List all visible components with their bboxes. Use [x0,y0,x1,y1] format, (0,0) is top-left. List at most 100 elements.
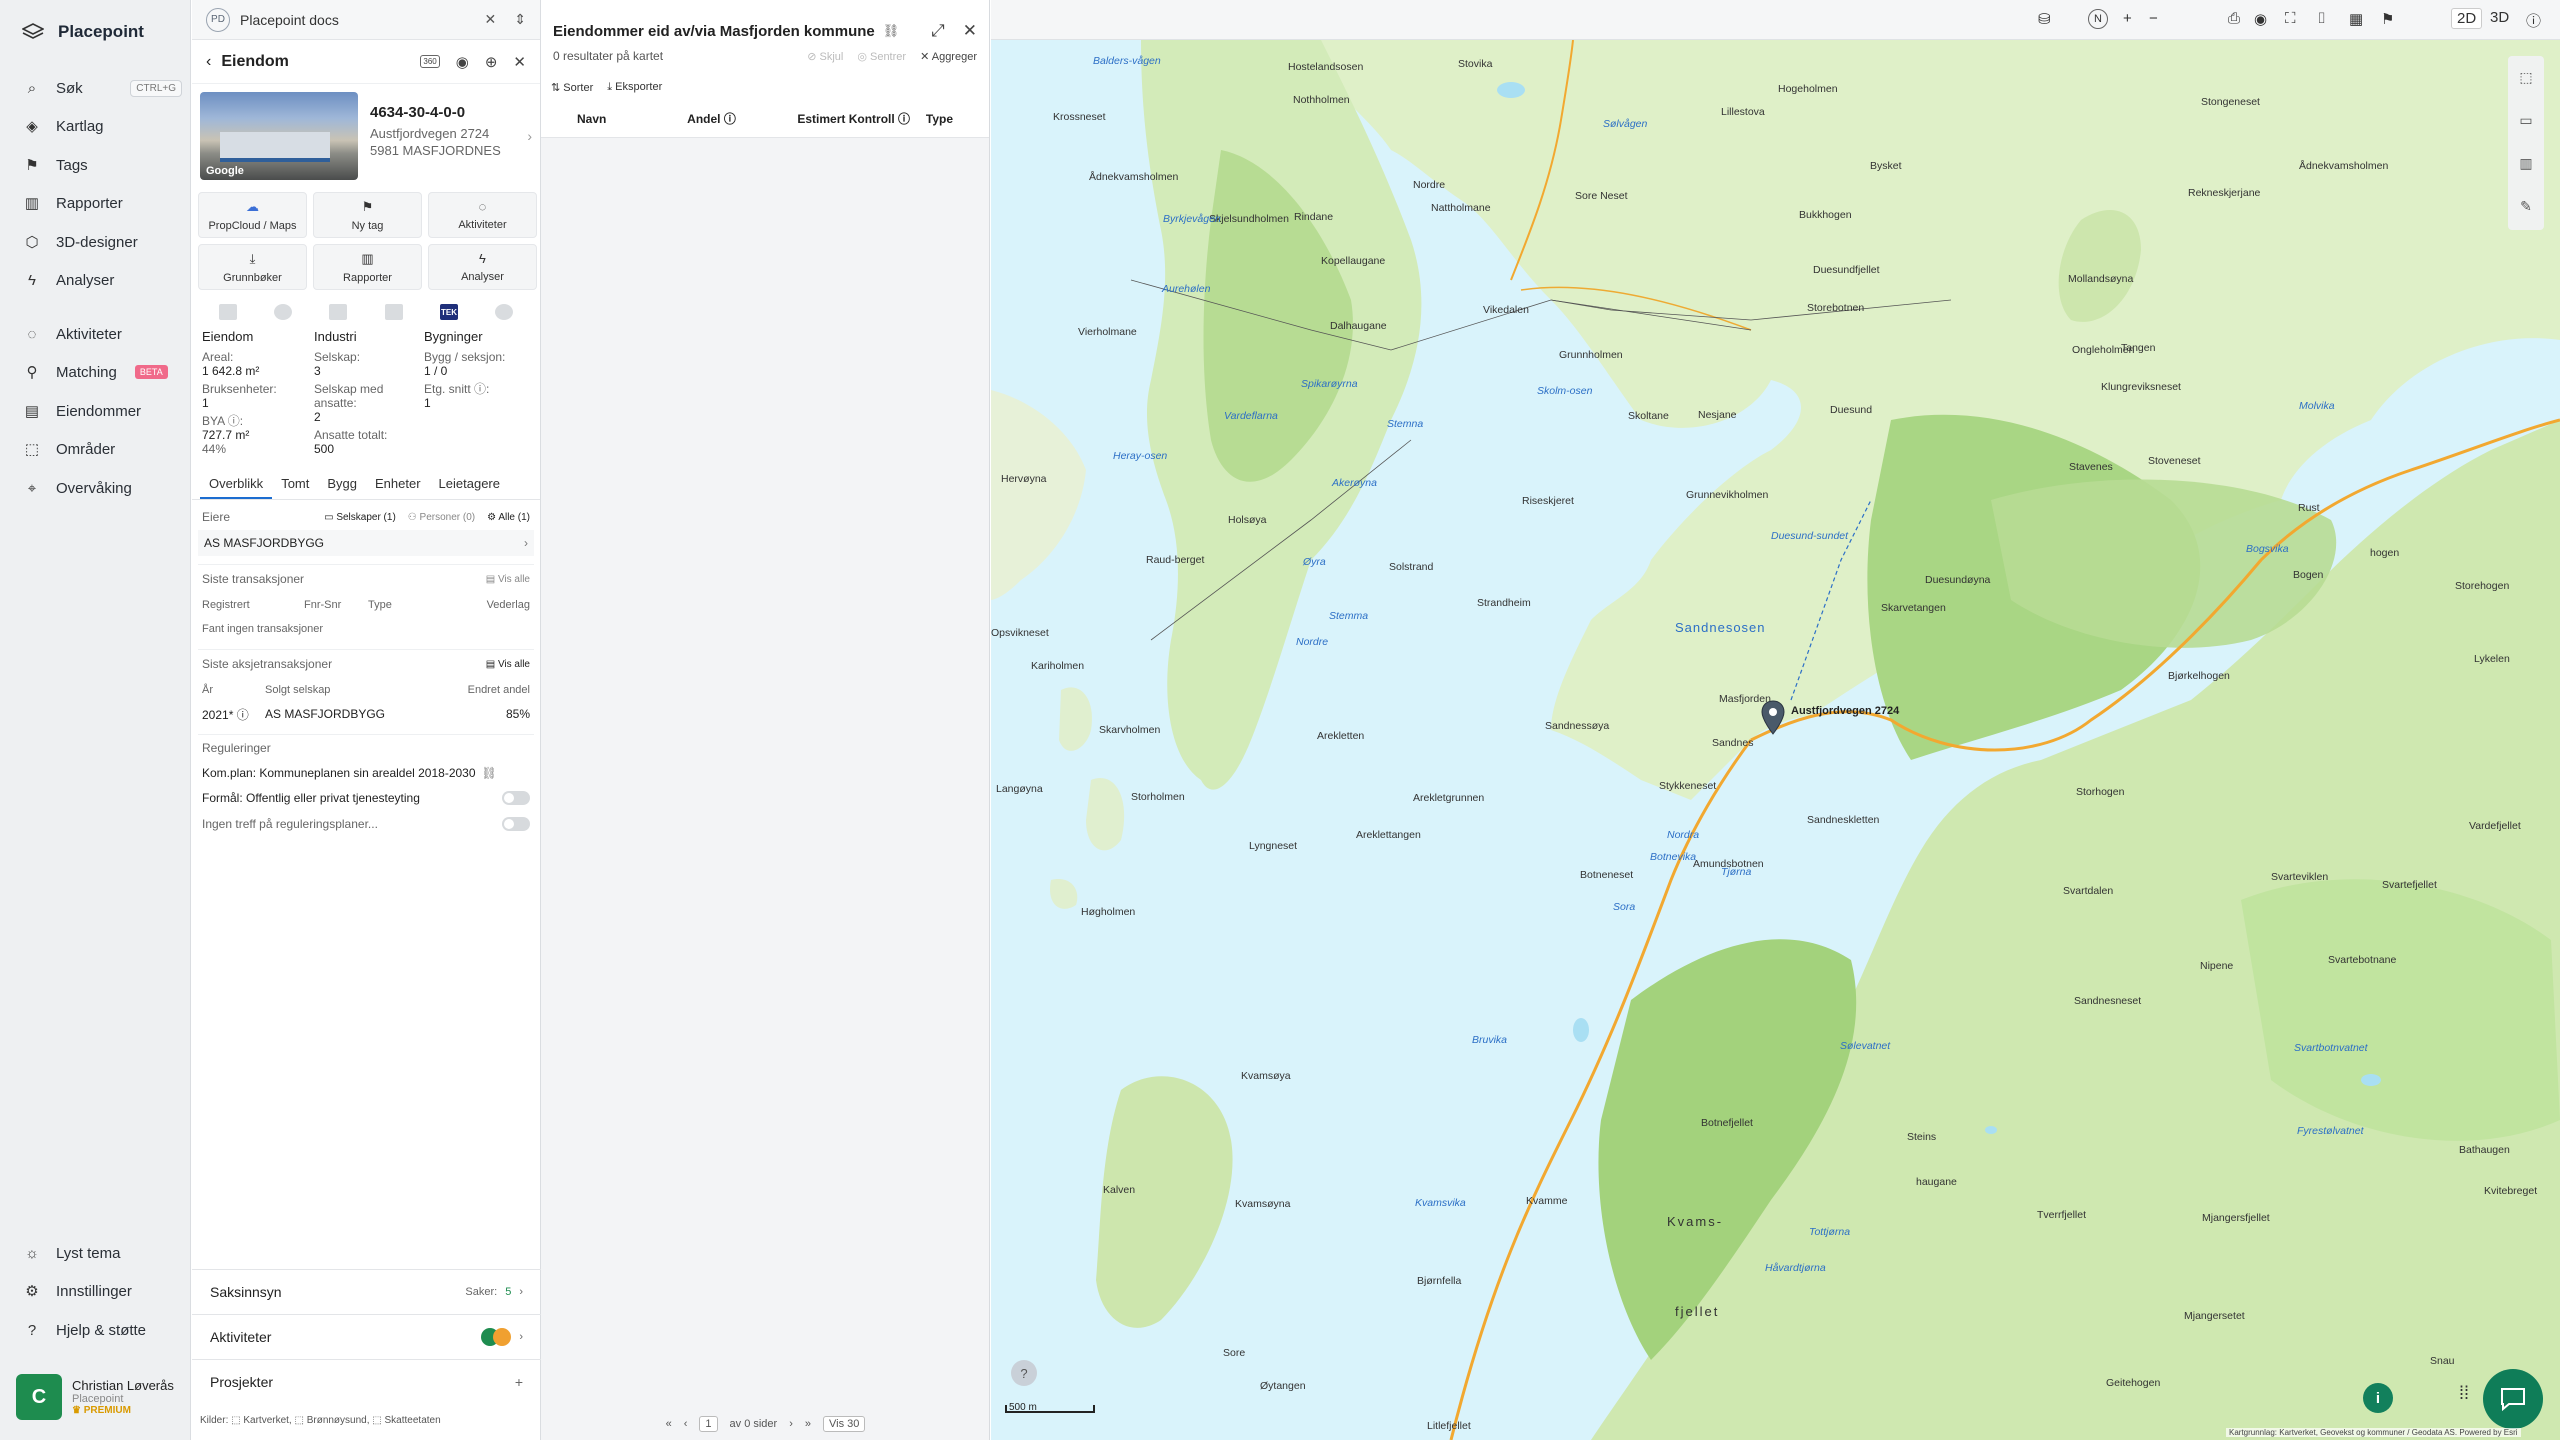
link-icon[interactable]: ⛓ [883,23,900,39]
info-icon[interactable]: ⓘ [2526,10,2541,31]
new-tag-button[interactable]: ⚑ Ny tag [313,192,422,238]
mode-2d[interactable]: 2D [2451,8,2483,29]
location-pin-icon[interactable] [1761,700,1785,736]
activities-button[interactable]: ◌ Aktiviteter [428,192,537,238]
select-area-icon[interactable]: ⬚ [2508,56,2544,99]
help-icon[interactable]: ? [1011,1360,1037,1386]
link-icon[interactable]: ⛓ [482,766,497,780]
bookmark-icon[interactable]: ⚑ [2381,10,2394,28]
next-page-icon[interactable]: › [789,1418,793,1430]
fullscreen-icon[interactable]: ⛶ [2285,10,2296,27]
nav-item-analyser[interactable]: ϟ Analyser [22,267,182,293]
compass-icon[interactable]: N [2088,9,2108,29]
per-page-select[interactable]: Vis 30 [823,1416,866,1432]
chart-icon[interactable]: ▥ [2508,142,2544,185]
first-page-icon[interactable]: « [666,1418,672,1430]
close-icon[interactable]: ✕ [485,11,497,28]
grid-icon[interactable]: ▦ [2349,10,2363,28]
reports-button[interactable]: ▥ Rapporter [313,244,422,290]
stats-icon[interactable] [384,304,403,320]
tek-badge[interactable]: TEK [439,304,458,320]
nav-item-help[interactable]: ? Hjelp & støtte [22,1317,182,1343]
eye-icon[interactable]: ◉ [2254,10,2267,28]
nav-item-overvaking[interactable]: ⌖ Overvåking [22,475,182,501]
column-header[interactable]: Estimert Kontroll ⓘ [797,110,926,127]
plus-icon[interactable]: + [515,1374,523,1390]
propcloud-button[interactable]: ☁ PropCloud / Maps [198,192,307,238]
nav-item-settings[interactable]: ⚙ Innstillinger [22,1278,182,1304]
center-button[interactable]: ◎ Sentrer [857,50,906,63]
view-all-transactions[interactable]: ▤ Vis alle [486,574,530,585]
chat-button[interactable] [2483,1369,2543,1429]
filter-companies[interactable]: ▭ Selskaper (1) [324,512,396,523]
back-icon[interactable]: ‹ [206,53,211,71]
close-icon[interactable]: ✕ [513,53,526,71]
nav-item-rapporter[interactable]: ▥ Rapporter [22,190,182,216]
analyses-button[interactable]: ϟ Analyser [428,244,537,290]
view-all-share-transactions[interactable]: ▤ Vis alle [486,659,530,670]
brand[interactable]: Placepoint [22,22,144,42]
zoom-in-icon[interactable]: + [2123,10,2132,27]
purpose-toggle[interactable] [502,791,530,805]
print-icon[interactable]: ⎙ [2228,10,2240,27]
tab-leietagere[interactable]: Leietagere [430,470,509,499]
owner-row[interactable]: AS MASFJORDBYGG › [198,530,534,556]
accordion-aktiviteter[interactable]: Aktiviteter › [192,1314,541,1359]
docs-title[interactable]: Placepoint docs [240,12,339,28]
energy-icon[interactable] [273,304,292,320]
tab-enheter[interactable]: Enheter [366,470,430,499]
property-thumbnail[interactable]: Google [200,92,358,180]
nav-item-kartlag[interactable]: ◈ Kartlag [22,113,182,139]
nav-item-matching[interactable]: ⚲ Matching BETA [22,359,182,385]
filter-persons[interactable]: ⚇ Personer (0) [408,512,475,523]
filter-all[interactable]: ⚙ Alle (1) [487,512,530,523]
zoom-out-icon[interactable]: − [2149,10,2158,27]
info-button[interactable]: i [2363,1383,2393,1413]
nav-item-tags[interactable]: ⚑ Tags [22,152,182,178]
streetview-icon[interactable]: 360 [420,55,440,68]
land-register-button[interactable]: ⤓ Grunnbøker [198,244,307,290]
nav-item-search[interactable]: ⌕ Søk CTRL+G [22,75,182,101]
pin-label[interactable]: Austfjordvegen 2724 [1791,705,1899,717]
table-row[interactable]: 2021* ⓘ AS MASFJORDBYGG 85% [192,702,540,726]
measure-icon[interactable]: ▭ [2508,99,2544,142]
map-view[interactable]: ⛁ N + − ⎙ ◉ ⛶ ⌷ ▦ ⚑ 2D 3D ⓘ ⬚ ▭ ▥ ✎ Host… [991,0,2560,1440]
eye-icon[interactable]: ◉ [456,53,469,71]
expand-icon[interactable]: ⤢ [931,21,945,41]
column-header[interactable]: Navn [577,112,687,126]
property-card[interactable]: Google 4634-30-4-0-0 Austfjordvegen 2724… [192,84,540,188]
accordion-prosjekter[interactable]: Prosjekter + [192,1359,541,1404]
last-page-icon[interactable]: » [805,1418,811,1430]
nav-item-eiendommer[interactable]: ▤ Eiendommer [22,398,182,424]
tab-overblikk[interactable]: Overblikk [200,470,273,499]
export-button[interactable]: ⤓ Eksporter [607,81,662,94]
regulation-plan-row[interactable]: Kom.plan: Kommuneplanen sin arealdel 201… [192,761,540,785]
add-circle-icon[interactable]: ⊕ [485,53,498,71]
tab-bygg[interactable]: Bygg [318,470,366,499]
mode-3d[interactable]: 3D [2485,8,2514,27]
chevron-right-icon[interactable]: › [527,128,532,144]
page-input[interactable]: 1 [699,1416,718,1432]
sort-button[interactable]: ⇅ Sorter [551,81,593,94]
dots-grid-icon[interactable]: ⁞⁞ [2459,1383,2469,1404]
chevron-updown-icon[interactable]: ⇕ [514,11,526,28]
camera-icon[interactable]: ⌷ [2317,10,2326,27]
accordion-saksinnsyn[interactable]: Saksinnsyn Saker: 5 › [192,1269,541,1314]
nav-item-3d-designer[interactable]: ⬡ 3D-designer [22,229,182,255]
column-header[interactable]: Andel ⓘ [687,110,797,127]
aggregate-button[interactable]: ✕ Aggreger [920,50,977,63]
building-type-icon[interactable] [218,304,237,320]
house-icon[interactable] [495,304,514,320]
close-icon[interactable]: ✕ [963,21,977,41]
column-header[interactable]: Type [926,112,953,126]
map-canvas[interactable] [991,40,2560,1440]
hide-button[interactable]: ⊘ Skjul [807,50,843,63]
nav-item-light-theme[interactable]: ☼ Lyst tema [22,1240,182,1266]
plans-toggle[interactable] [502,817,530,831]
layers-icon[interactable]: ⛁ [2038,10,2051,28]
tab-tomt[interactable]: Tomt [272,470,318,499]
nav-item-omrader[interactable]: ⬚ Områder [22,436,182,462]
prev-page-icon[interactable]: ‹ [684,1418,688,1430]
user-card[interactable]: C Christian Løverås Placepoint ♛ PREMIUM [16,1370,181,1424]
nav-item-aktiviteter[interactable]: ◌ Aktiviteter [22,321,182,347]
